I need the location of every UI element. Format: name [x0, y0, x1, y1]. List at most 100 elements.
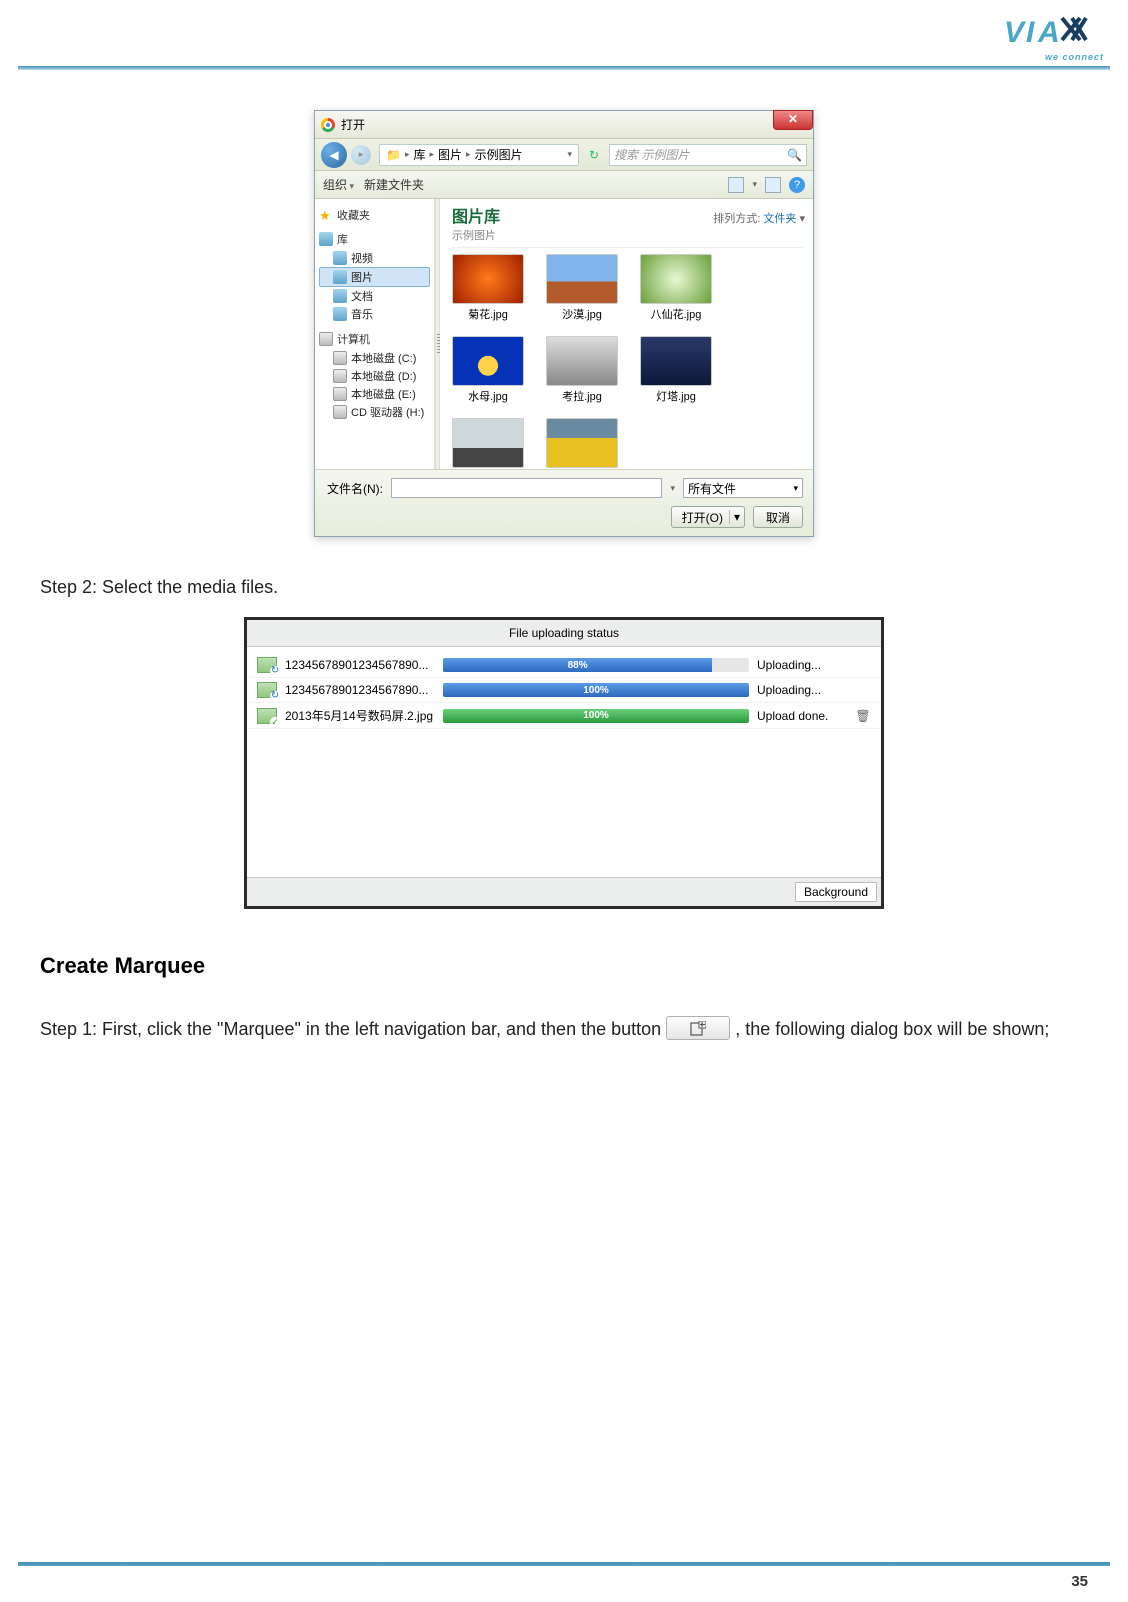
sidebar-item-pictures[interactable]: 图片: [319, 267, 430, 287]
sidebar-drive-e[interactable]: 本地磁盘 (E:): [319, 385, 430, 403]
upload-list: 12345678901234567890...88%Uploading...12…: [247, 647, 881, 877]
crumb[interactable]: 图片: [438, 146, 462, 163]
step2-text: Step 2: Select the media files.: [40, 571, 1088, 603]
search-icon[interactable]: 🔍: [787, 148, 802, 162]
chevron-down-icon[interactable]: ▾: [567, 149, 572, 160]
sidebar-drive-h[interactable]: CD 驱动器 (H:): [319, 403, 430, 421]
dialog-nav: ◀ ▸ 📁 ▸ 库 ▸ 图片 ▸ 示例图片 ▾ ↻ 搜索 示例图片 🔍: [315, 139, 813, 171]
dialog-titlebar[interactable]: 打开 ✕: [315, 111, 813, 139]
sidebar-favorites[interactable]: ★收藏夹: [319, 207, 430, 223]
computer-icon: [319, 332, 333, 346]
background-button[interactable]: Background: [795, 882, 877, 902]
music-icon: [333, 307, 347, 321]
crumb[interactable]: 库: [413, 146, 425, 163]
library-title: 图片库: [452, 209, 500, 226]
thumbnail: [546, 336, 618, 386]
drive-icon: [333, 369, 347, 383]
document-icon: [333, 289, 347, 303]
file-item[interactable]: 郁金香.jpg: [546, 418, 618, 469]
thumbnail-grid: 菊花.jpg 沙漠.jpg 八仙花.jpg 水母.jpg 考拉.jpg 灯塔.j…: [452, 254, 805, 469]
file-item[interactable]: 沙漠.jpg: [546, 254, 618, 322]
chevron-down-icon[interactable]: ▾: [752, 179, 757, 190]
sidebar-libraries[interactable]: 库: [319, 231, 430, 247]
progress-fill: 88%: [443, 658, 712, 672]
thumbnail: [452, 336, 524, 386]
thumbnail: [640, 336, 712, 386]
brand-logo: V I A we connect: [1004, 6, 1104, 62]
sidebar-drive-d[interactable]: 本地磁盘 (D:): [319, 367, 430, 385]
filename-input[interactable]: [391, 478, 662, 498]
chevron-down-icon[interactable]: ▾: [729, 510, 740, 524]
file-item[interactable]: 八仙花.jpg: [640, 254, 712, 322]
svg-text:I: I: [1026, 16, 1035, 49]
folder-icon: 📁: [386, 148, 401, 162]
organize-menu[interactable]: 组织: [323, 176, 354, 193]
open-button[interactable]: 打开(O) ▾: [671, 506, 745, 528]
chevron-right-icon: ▸: [405, 149, 410, 160]
dialog-content: 图片库 示例图片 排列方式: 文件夹 ▾ 菊花.jpg 沙漠.jpg 八仙花.j…: [440, 199, 813, 469]
nav-back-button[interactable]: ◀: [321, 142, 347, 168]
preview-pane-button[interactable]: [765, 177, 781, 193]
library-subtitle: 示例图片: [452, 227, 500, 243]
view-mode-button[interactable]: [728, 177, 744, 193]
file-item[interactable]: 水母.jpg: [452, 336, 524, 404]
crumb[interactable]: 示例图片: [475, 146, 523, 163]
chevron-down-icon[interactable]: ▾: [670, 483, 675, 494]
progress-fill: 100%: [443, 683, 749, 697]
chevron-down-icon: ▾: [793, 483, 798, 494]
upload-status: Uploading...: [757, 683, 847, 697]
arrange-by[interactable]: 排列方式: 文件夹 ▾: [713, 210, 805, 226]
sidebar-drive-c[interactable]: 本地磁盘 (C:): [319, 349, 430, 367]
upload-row: 12345678901234567890...100%Uploading...: [247, 678, 881, 703]
create-marquee-heading: Create Marquee: [40, 953, 1088, 979]
search-input[interactable]: 搜索 示例图片 🔍: [609, 144, 807, 166]
upload-status-panel: File uploading status 123456789012345678…: [244, 617, 884, 909]
refresh-icon[interactable]: ↻: [583, 144, 605, 166]
dialog-toolbar: 组织 新建文件夹 ▾ ?: [315, 171, 813, 199]
progress-bar: 100%: [443, 709, 749, 723]
file-item[interactable]: 企鹅.jpg: [452, 418, 524, 469]
page-footer-rule: [18, 1562, 1110, 1566]
filetype-select[interactable]: 所有文件 ▾: [683, 478, 803, 498]
file-item[interactable]: 菊花.jpg: [452, 254, 524, 322]
upload-title: File uploading status: [247, 620, 881, 647]
sidebar-computer[interactable]: 计算机: [319, 331, 430, 347]
file-icon: [257, 657, 277, 673]
sidebar-item-music[interactable]: 音乐: [319, 305, 430, 323]
marquee-step1: Step 1: First, click the "Marquee" in th…: [40, 1013, 1088, 1045]
svg-text:V: V: [1004, 16, 1027, 49]
upload-filename: 2013年5月14号数码屏.2.jpg: [285, 707, 435, 724]
sidebar-item-documents[interactable]: 文档: [319, 287, 430, 305]
upload-status: Uploading...: [757, 658, 847, 672]
search-placeholder: 搜索 示例图片: [614, 146, 689, 163]
upload-status: Upload done.: [757, 709, 847, 723]
new-folder-button[interactable]: 新建文件夹: [364, 176, 424, 193]
chrome-icon: [321, 118, 335, 132]
thumbnail: [546, 418, 618, 468]
file-item[interactable]: 考拉.jpg: [546, 336, 618, 404]
file-icon: [257, 682, 277, 698]
help-icon[interactable]: ?: [789, 177, 805, 193]
file-item[interactable]: 灯塔.jpg: [640, 336, 712, 404]
drive-icon: [333, 387, 347, 401]
delete-icon[interactable]: 🗑: [855, 709, 871, 723]
thumbnail: [452, 418, 524, 468]
brand-tagline: we connect: [1045, 52, 1104, 62]
header-rule: [18, 66, 1110, 70]
nav-forward-button[interactable]: ▸: [351, 145, 371, 165]
file-open-dialog: 打开 ✕ ◀ ▸ 📁 ▸ 库 ▸ 图片 ▸ 示例图片 ▾ ↻ 搜索 示例图片 🔍…: [314, 110, 814, 537]
splitter[interactable]: [435, 199, 440, 469]
progress-bar: 100%: [443, 683, 749, 697]
video-icon: [333, 251, 347, 265]
cancel-button[interactable]: 取消: [753, 506, 803, 528]
thumbnail: [452, 254, 524, 304]
close-button[interactable]: ✕: [773, 110, 813, 130]
dialog-title: 打开: [341, 116, 365, 133]
add-marquee-button[interactable]: [666, 1016, 730, 1040]
drive-icon: [333, 351, 347, 365]
sidebar-item-videos[interactable]: 视频: [319, 249, 430, 267]
breadcrumb[interactable]: 📁 ▸ 库 ▸ 图片 ▸ 示例图片 ▾: [379, 144, 579, 166]
svg-text:A: A: [1037, 16, 1060, 49]
upload-filename: 12345678901234567890...: [285, 658, 435, 672]
chevron-down-icon: ▾: [799, 213, 805, 225]
